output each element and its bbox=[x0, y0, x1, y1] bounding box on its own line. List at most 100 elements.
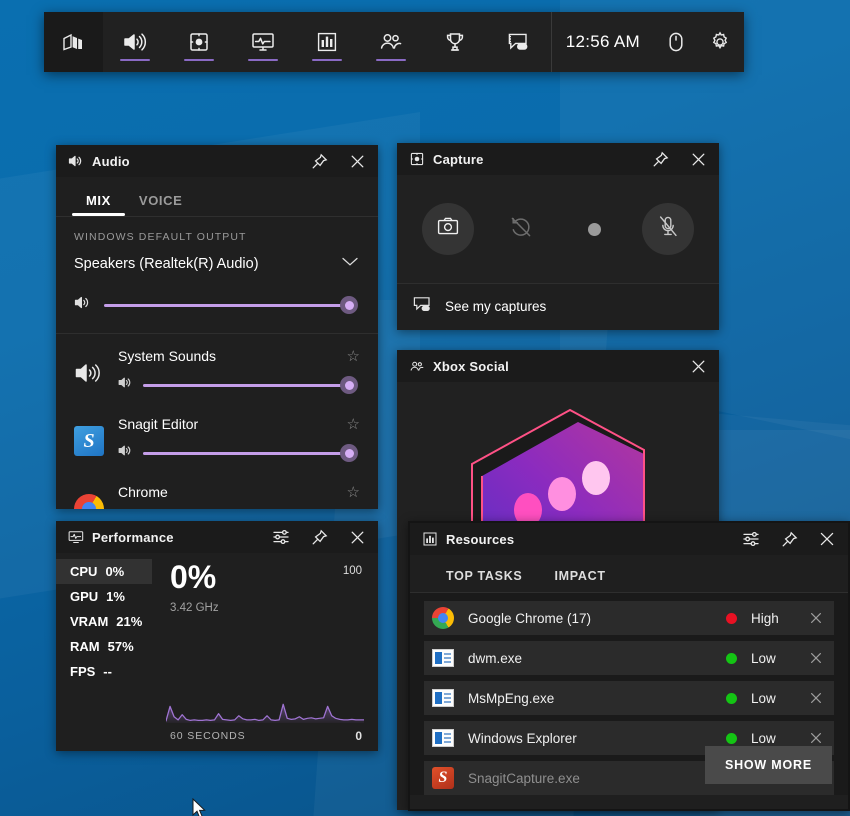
camera-icon bbox=[437, 217, 459, 241]
metric-gpu[interactable]: GPU 1% bbox=[56, 584, 152, 609]
gamebar-nav-performance[interactable] bbox=[231, 12, 295, 72]
tab-impact[interactable]: IMPACT bbox=[538, 569, 621, 592]
gamebar-nav-gallery[interactable] bbox=[487, 12, 551, 72]
gamebar-nav-resources[interactable] bbox=[295, 12, 359, 72]
master-volume-slider[interactable] bbox=[104, 296, 358, 314]
mouse-cursor bbox=[192, 797, 206, 816]
app-body: Chrome ☆ bbox=[118, 484, 360, 500]
task-impact: Low bbox=[751, 690, 776, 706]
gear-icon[interactable] bbox=[700, 20, 740, 64]
list-item[interactable]: System Sounds ☆ bbox=[56, 336, 378, 404]
metric-value: -- bbox=[103, 664, 112, 679]
windows-app-glyph bbox=[432, 689, 454, 707]
start-recording-button[interactable] bbox=[569, 203, 621, 255]
metric-fps[interactable]: FPS -- bbox=[56, 659, 152, 684]
gallery-icon bbox=[413, 296, 433, 318]
gamebar-nav-achievements[interactable] bbox=[423, 12, 487, 72]
favorite-star-icon[interactable]: ☆ bbox=[347, 349, 360, 364]
see-my-captures-button[interactable]: See my captures bbox=[397, 283, 719, 329]
metric-ram[interactable]: RAM 57% bbox=[56, 634, 152, 659]
favorite-star-icon[interactable]: ☆ bbox=[347, 417, 360, 432]
close-icon[interactable] bbox=[342, 523, 372, 551]
record-last-30s-button[interactable] bbox=[495, 203, 547, 255]
close-icon[interactable] bbox=[683, 145, 713, 173]
audio-app-list: System Sounds ☆ S Snagit Editor ☆ Chrome… bbox=[56, 334, 378, 509]
show-more-button[interactable]: SHOW MORE bbox=[704, 746, 832, 784]
windows-app-icon bbox=[430, 725, 456, 751]
metric-value: 0% bbox=[105, 564, 125, 579]
close-icon[interactable] bbox=[802, 604, 830, 632]
table-row[interactable]: MsMpEng.exe Low bbox=[424, 681, 834, 715]
people-icon bbox=[409, 358, 425, 374]
xbox-social-title: Xbox Social bbox=[433, 358, 509, 374]
game-bar-toolbar: 12:56 AM bbox=[44, 12, 744, 72]
pin-icon[interactable] bbox=[304, 147, 334, 175]
app-name: System Sounds bbox=[118, 348, 217, 364]
close-icon[interactable] bbox=[342, 147, 372, 175]
speaker-icon bbox=[68, 153, 84, 169]
app-name-line: Snagit Editor ☆ bbox=[118, 416, 360, 432]
xbox-social-titlebar[interactable]: Xbox Social bbox=[397, 350, 719, 382]
slider-track bbox=[104, 303, 356, 307]
audio-titlebar[interactable]: Audio bbox=[56, 145, 378, 177]
app-name-line: System Sounds ☆ bbox=[118, 348, 360, 364]
performance-widget: Performance CPU 0% GPU 1% VRAM 21% RAM 5… bbox=[56, 521, 378, 751]
list-item[interactable]: S Snagit Editor ☆ bbox=[56, 404, 378, 472]
pin-icon[interactable] bbox=[304, 523, 334, 551]
slider-thumb[interactable] bbox=[340, 444, 358, 462]
close-icon[interactable] bbox=[802, 644, 830, 672]
metric-cpu[interactable]: CPU 0% bbox=[56, 559, 152, 584]
slider-thumb[interactable] bbox=[340, 296, 358, 314]
tab-top-tasks[interactable]: TOP TASKS bbox=[430, 569, 538, 592]
metric-label: CPU bbox=[70, 564, 98, 579]
tab-voice[interactable]: VOICE bbox=[125, 193, 196, 216]
app-name-line: Chrome ☆ bbox=[118, 484, 360, 500]
app-volume-row bbox=[118, 376, 360, 394]
gamebar-nav-audio[interactable] bbox=[103, 12, 167, 72]
app-name: Chrome bbox=[118, 484, 168, 500]
audio-device-name: Speakers (Realtek(R) Audio) bbox=[74, 256, 259, 272]
settings-sliders-icon[interactable] bbox=[736, 525, 766, 553]
close-icon[interactable] bbox=[812, 525, 842, 553]
table-row[interactable]: Google Chrome (17) High bbox=[424, 601, 834, 635]
windows-app-icon bbox=[430, 685, 456, 711]
settings-sliders-icon[interactable] bbox=[266, 523, 296, 551]
resources-titlebar[interactable]: Resources bbox=[410, 523, 848, 555]
snagit-tile: S bbox=[74, 426, 104, 456]
slider-track bbox=[143, 383, 356, 387]
active-indicator bbox=[247, 59, 278, 61]
table-row[interactable]: dwm.exe Low bbox=[424, 641, 834, 675]
audio-tabs: MIX VOICE bbox=[56, 177, 378, 217]
tab-mix[interactable]: MIX bbox=[72, 193, 125, 216]
app-volume-slider[interactable] bbox=[143, 444, 358, 462]
close-icon[interactable] bbox=[683, 352, 713, 380]
chrome-icon bbox=[72, 492, 106, 509]
mouse-icon[interactable] bbox=[656, 20, 696, 64]
audio-device-select[interactable]: Speakers (Realtek(R) Audio) bbox=[74, 255, 360, 273]
slider-thumb[interactable] bbox=[340, 376, 358, 394]
status-badge bbox=[726, 652, 737, 664]
metric-label: RAM bbox=[70, 639, 100, 654]
see-my-captures-label: See my captures bbox=[445, 299, 547, 314]
active-indicator bbox=[183, 59, 214, 61]
screenshot-button[interactable] bbox=[421, 203, 474, 255]
chevron-down-icon[interactable] bbox=[340, 255, 360, 273]
gamebar-nav-xbox-social[interactable] bbox=[359, 12, 423, 72]
capture-titlebar[interactable]: Capture bbox=[397, 143, 719, 175]
metric-vram[interactable]: VRAM 21% bbox=[56, 609, 152, 634]
snagit-icon: S bbox=[72, 424, 106, 458]
favorite-star-icon[interactable]: ☆ bbox=[347, 485, 360, 500]
performance-titlebar[interactable]: Performance bbox=[56, 521, 378, 553]
pin-icon[interactable] bbox=[774, 525, 804, 553]
list-item[interactable]: Chrome ☆ bbox=[56, 472, 378, 509]
close-icon[interactable] bbox=[802, 684, 830, 712]
app-body: System Sounds ☆ bbox=[118, 348, 360, 394]
metric-value: 1% bbox=[106, 589, 125, 604]
gamebar-right-cluster: 12:56 AM bbox=[550, 12, 744, 72]
pin-icon[interactable] bbox=[645, 145, 675, 173]
app-volume-slider[interactable] bbox=[143, 376, 358, 394]
gamebar-nav bbox=[103, 12, 551, 72]
gamebar-nav-capture[interactable] bbox=[167, 12, 231, 72]
gamebar-logo-icon[interactable] bbox=[44, 12, 103, 72]
mic-toggle-button[interactable] bbox=[642, 203, 695, 255]
